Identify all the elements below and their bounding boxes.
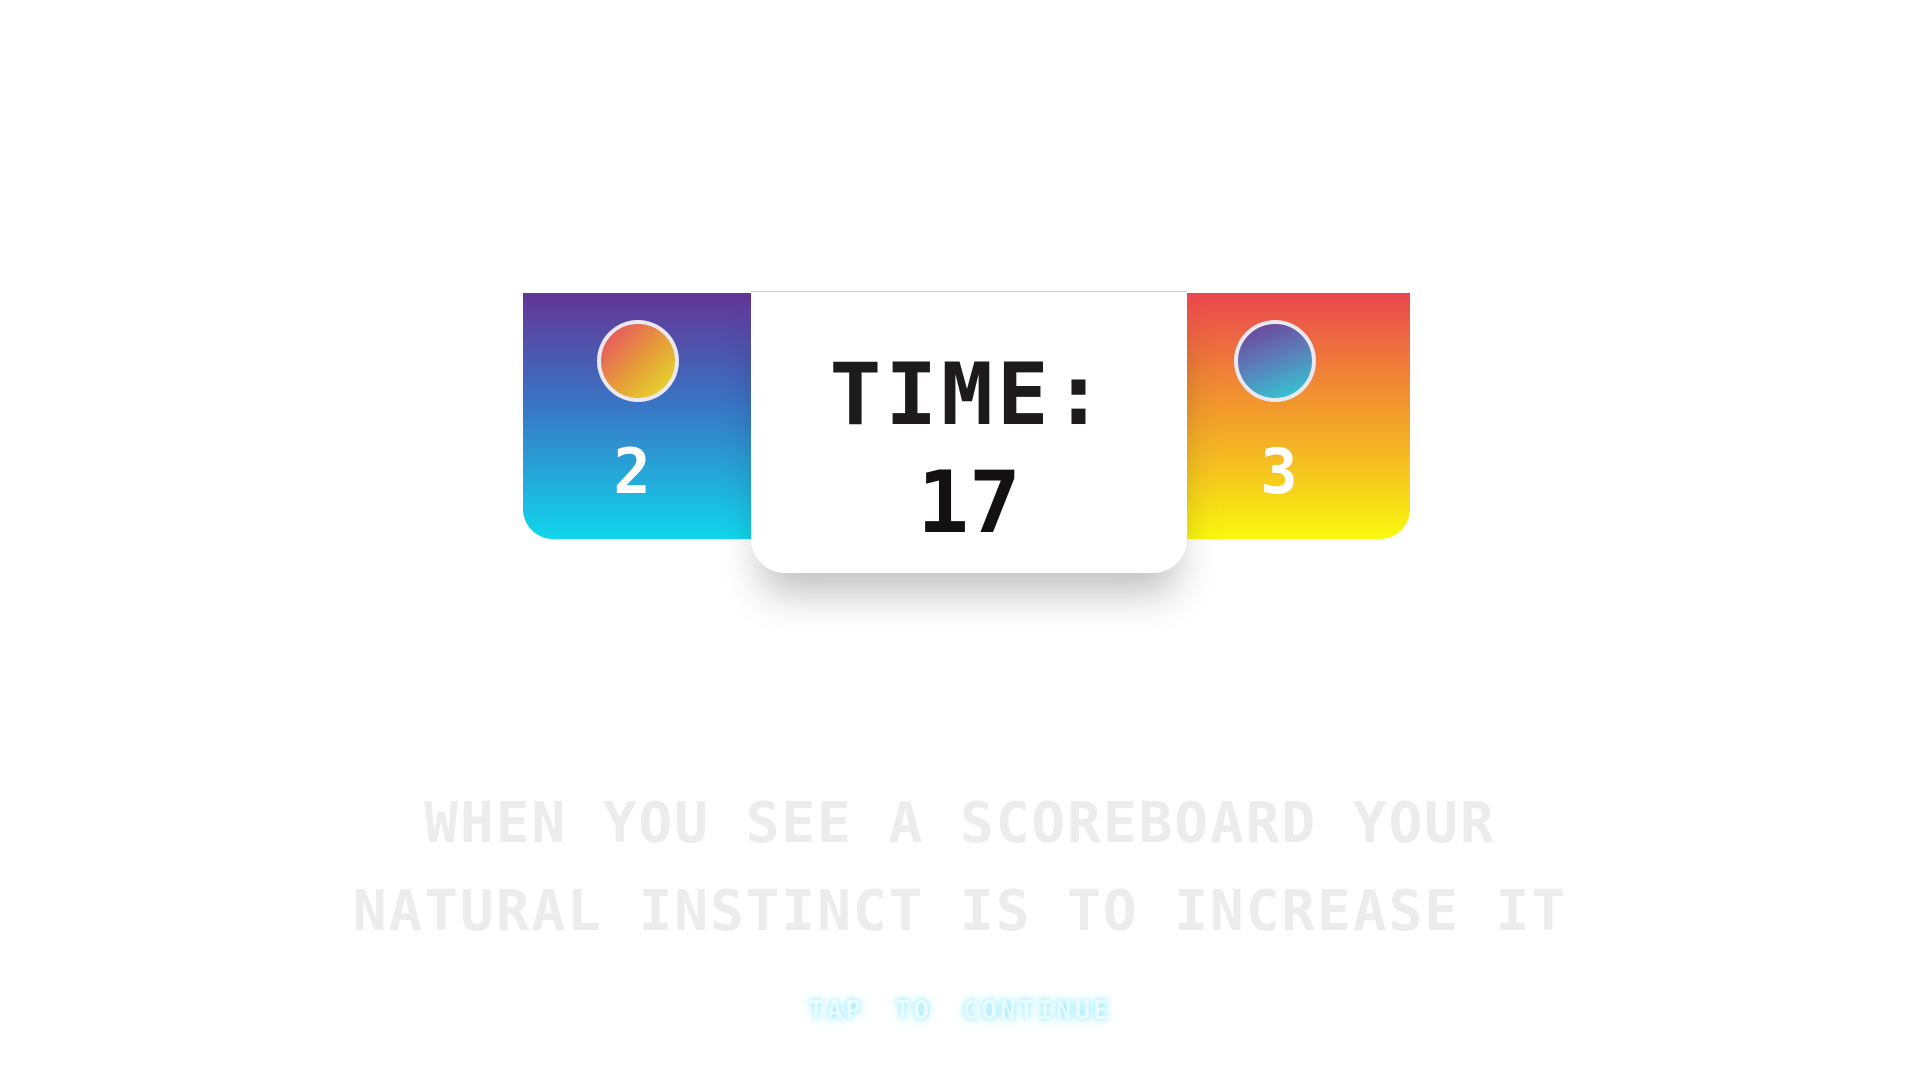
caption-line-1: WHEN YOU SEE A SCOREBOARD YOUR	[424, 791, 1496, 856]
right-team-score: 3	[1260, 435, 1298, 508]
scoreboard: 2 3 TIME: 17	[523, 291, 1410, 573]
caption-line-2: NATURAL INSTINCT IS TO INCREASE IT	[352, 879, 1568, 944]
timer-label: TIME:	[829, 345, 1109, 445]
left-team-panel: 2	[523, 293, 761, 539]
left-team-ball-icon	[597, 320, 679, 402]
left-team-score: 2	[613, 435, 651, 508]
tap-to-continue-prompt[interactable]: TAP TO CONTINUE	[760, 996, 1160, 1026]
caption-text: WHEN YOU SEE A SCOREBOARD YOUR NATURAL I…	[300, 780, 1620, 956]
right-team-panel: 3	[1172, 293, 1410, 539]
game-screen[interactable]: 2 3 TIME: 17 WHEN YOU SEE A SCOREBOARD Y…	[0, 0, 1920, 1080]
timer-value: 17	[917, 453, 1021, 553]
right-team-ball-icon	[1234, 320, 1316, 402]
timer-card: TIME: 17	[751, 291, 1187, 573]
